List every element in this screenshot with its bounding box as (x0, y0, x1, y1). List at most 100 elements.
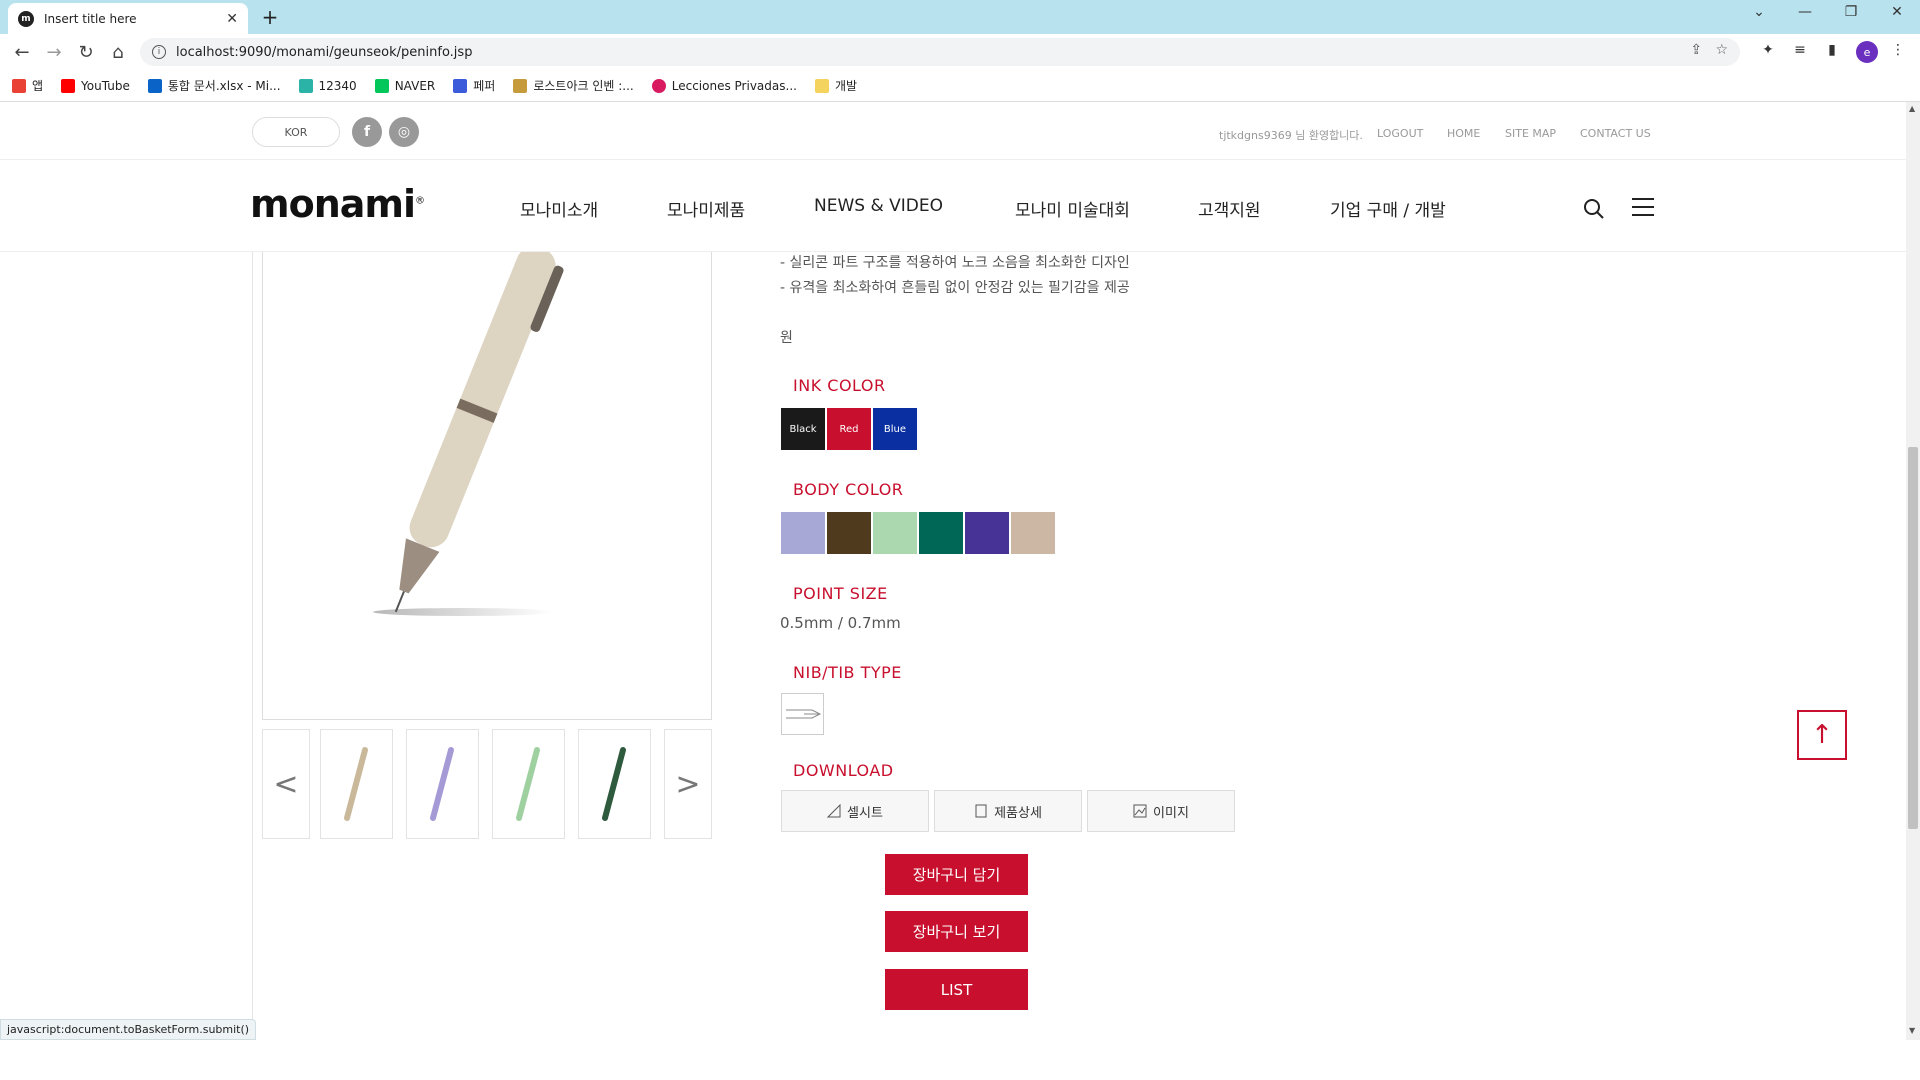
back-arrow-icon[interactable]: ← (10, 40, 34, 64)
body-color-title: BODY COLOR (793, 480, 904, 499)
bookmark-12340[interactable]: 12340 (298, 78, 357, 93)
body-swatch-beige[interactable] (1011, 512, 1055, 554)
download-image-button[interactable]: 이미지 (1087, 790, 1235, 832)
body-swatch-mint[interactable] (873, 512, 917, 554)
site-icon (298, 78, 313, 93)
thumbnail-mint[interactable] (492, 729, 565, 839)
nav-about[interactable]: 모나미소개 (520, 196, 598, 221)
web-page: KOR f ◎ tjtkdgns9369 님 환영합니다. LOGOUT HOM… (0, 102, 1906, 1040)
image-icon (1133, 804, 1147, 818)
bookmark-pepper[interactable]: 페퍼 (453, 77, 495, 94)
welcome-message: tjtkdgns9369 님 환영합니다. (1219, 129, 1363, 142)
close-tab-icon[interactable]: ✕ (226, 11, 238, 27)
price-unit: 원 (780, 330, 793, 346)
browser-tab[interactable]: m Insert title here ✕ (8, 3, 248, 34)
tab-search-icon[interactable]: ⌄ (1747, 4, 1771, 20)
main-navigation: monami® 모나미소개 모나미제품 NEWS & VIDEO 모나미 미술대… (0, 160, 1906, 252)
bookmark-excel[interactable]: 통합 문서.xlsx - Mi... (147, 77, 281, 94)
download-sellsheet-button[interactable]: 셀시트 (781, 790, 929, 832)
home-icon[interactable]: ⌂ (106, 40, 130, 64)
body-swatch-brown[interactable] (827, 512, 871, 554)
nav-products[interactable]: 모나미제품 (667, 196, 745, 221)
tab-title: Insert title here (44, 11, 137, 26)
bookmarks-bar: 앱 YouTube 통합 문서.xlsx - Mi... 12340 NAVER… (0, 70, 1920, 102)
list-button[interactable]: LIST (885, 969, 1028, 1010)
bookmark-youtube[interactable]: YouTube (61, 78, 130, 93)
minimize-button[interactable]: — (1793, 4, 1817, 20)
point-size-title: POINT SIZE (793, 584, 888, 603)
facebook-icon[interactable]: f (352, 117, 382, 147)
scroll-up-arrow-icon[interactable]: ▲ (1909, 104, 1915, 113)
divider (252, 252, 253, 1040)
youtube-icon (61, 78, 76, 93)
page-scrollbar[interactable]: ▲ ▼ (1906, 102, 1920, 1040)
nav-support[interactable]: 고객지원 (1198, 196, 1261, 221)
instagram-icon[interactable]: ◎ (389, 117, 419, 147)
link-status-bar: javascript:document.toBasketForm.submit(… (0, 1019, 257, 1040)
folder-icon (814, 78, 829, 93)
ink-swatch-red[interactable]: Red (827, 408, 871, 450)
logout-link[interactable]: LOGOUT (1377, 127, 1423, 140)
scroll-to-top-button[interactable]: ↑ (1797, 710, 1847, 760)
bookmark-lostark[interactable]: 로스트아크 인벤 :... (513, 77, 634, 94)
browser-menu-icon[interactable]: ⋮ (1888, 42, 1908, 58)
add-to-cart-button[interactable]: 장바구니 담기 (885, 854, 1028, 895)
site-info-icon[interactable]: i (152, 45, 166, 59)
forward-arrow-icon[interactable]: → (42, 40, 66, 64)
body-swatch-purple[interactable] (965, 512, 1009, 554)
bookmark-lecciones[interactable]: Lecciones Privadas... (651, 78, 797, 93)
thumbnail-lavender[interactable] (406, 729, 479, 839)
product-main-image (262, 252, 712, 720)
reload-icon[interactable]: ↻ (74, 40, 98, 64)
nib-type-title: NIB/TIB TYPE (793, 663, 902, 682)
product-description-line: - 유격을 최소화하여 흔들림 없이 안정감 있는 필기감을 제공 (780, 280, 1130, 296)
thumbnail-beige[interactable] (320, 729, 393, 839)
body-swatch-lavender[interactable] (781, 512, 825, 554)
contact-link[interactable]: CONTACT US (1580, 127, 1651, 140)
bookmark-dev-folder[interactable]: 개발 (814, 77, 857, 94)
view-cart-button[interactable]: 장바구니 보기 (885, 911, 1028, 952)
address-bar[interactable]: i localhost:9090/monami/geunseok/peninfo… (140, 38, 1740, 66)
thumbnail-next-button[interactable]: > (664, 729, 712, 839)
ink-swatch-black[interactable]: Black (781, 408, 825, 450)
download-detail-button[interactable]: 제품상세 (934, 790, 1082, 832)
home-link[interactable]: HOME (1447, 127, 1480, 140)
close-window-button[interactable]: ✕ (1885, 4, 1909, 20)
bookmark-apps[interactable]: 앱 (12, 77, 43, 94)
ink-swatch-blue[interactable]: Blue (873, 408, 917, 450)
profile-avatar[interactable]: e (1856, 41, 1878, 63)
nib-type-icon (781, 693, 824, 735)
side-panel-icon[interactable]: ▮ (1822, 42, 1842, 58)
window-bottom-strip (0, 1040, 1920, 1080)
scroll-down-arrow-icon[interactable]: ▼ (1909, 1026, 1915, 1035)
new-tab-button[interactable]: + (258, 5, 282, 29)
product-description-line: - 실리콘 파트 구조를 적용하여 노크 소음을 최소화한 디자인 (780, 255, 1130, 271)
nav-news-video[interactable]: NEWS & VIDEO (814, 196, 943, 216)
sitemap-link[interactable]: SITE MAP (1505, 127, 1556, 140)
language-selector[interactable]: KOR (252, 117, 340, 147)
body-swatch-teal[interactable] (919, 512, 963, 554)
pepper-icon (453, 78, 468, 93)
nav-art-contest[interactable]: 모나미 미술대회 (1015, 196, 1130, 221)
restore-button[interactable]: ❐ (1839, 4, 1863, 20)
star-badge-icon (651, 78, 666, 93)
browser-tab-bar: m Insert title here ✕ + ⌄ — ❐ ✕ (0, 0, 1920, 34)
search-icon[interactable] (1583, 198, 1605, 220)
scrollbar-thumb[interactable] (1908, 447, 1918, 829)
site-top-bar: KOR f ◎ tjtkdgns9369 님 환영합니다. LOGOUT HOM… (0, 102, 1906, 160)
monami-logo[interactable]: monami® (250, 182, 425, 226)
apps-grid-icon (12, 78, 26, 93)
thumbnail-prev-button[interactable]: < (262, 729, 310, 839)
hamburger-menu-icon[interactable] (1632, 198, 1654, 218)
ruler-icon (827, 804, 841, 818)
pen-image (373, 252, 564, 616)
extensions-icon[interactable]: ✦ (1758, 42, 1778, 58)
reading-list-icon[interactable]: ≡ (1790, 42, 1810, 58)
bookmark-naver[interactable]: NAVER (374, 78, 435, 93)
nav-corporate[interactable]: 기업 구매 / 개발 (1330, 196, 1446, 221)
browser-toolbar: ← → ↻ ⌂ i localhost:9090/monami/geunseok… (0, 34, 1920, 70)
onedrive-icon (147, 78, 162, 93)
monami-favicon-icon: m (18, 10, 34, 27)
share-and-bookmark-icons[interactable]: ⇪ ☆ (1690, 42, 1728, 58)
thumbnail-green[interactable] (578, 729, 651, 839)
